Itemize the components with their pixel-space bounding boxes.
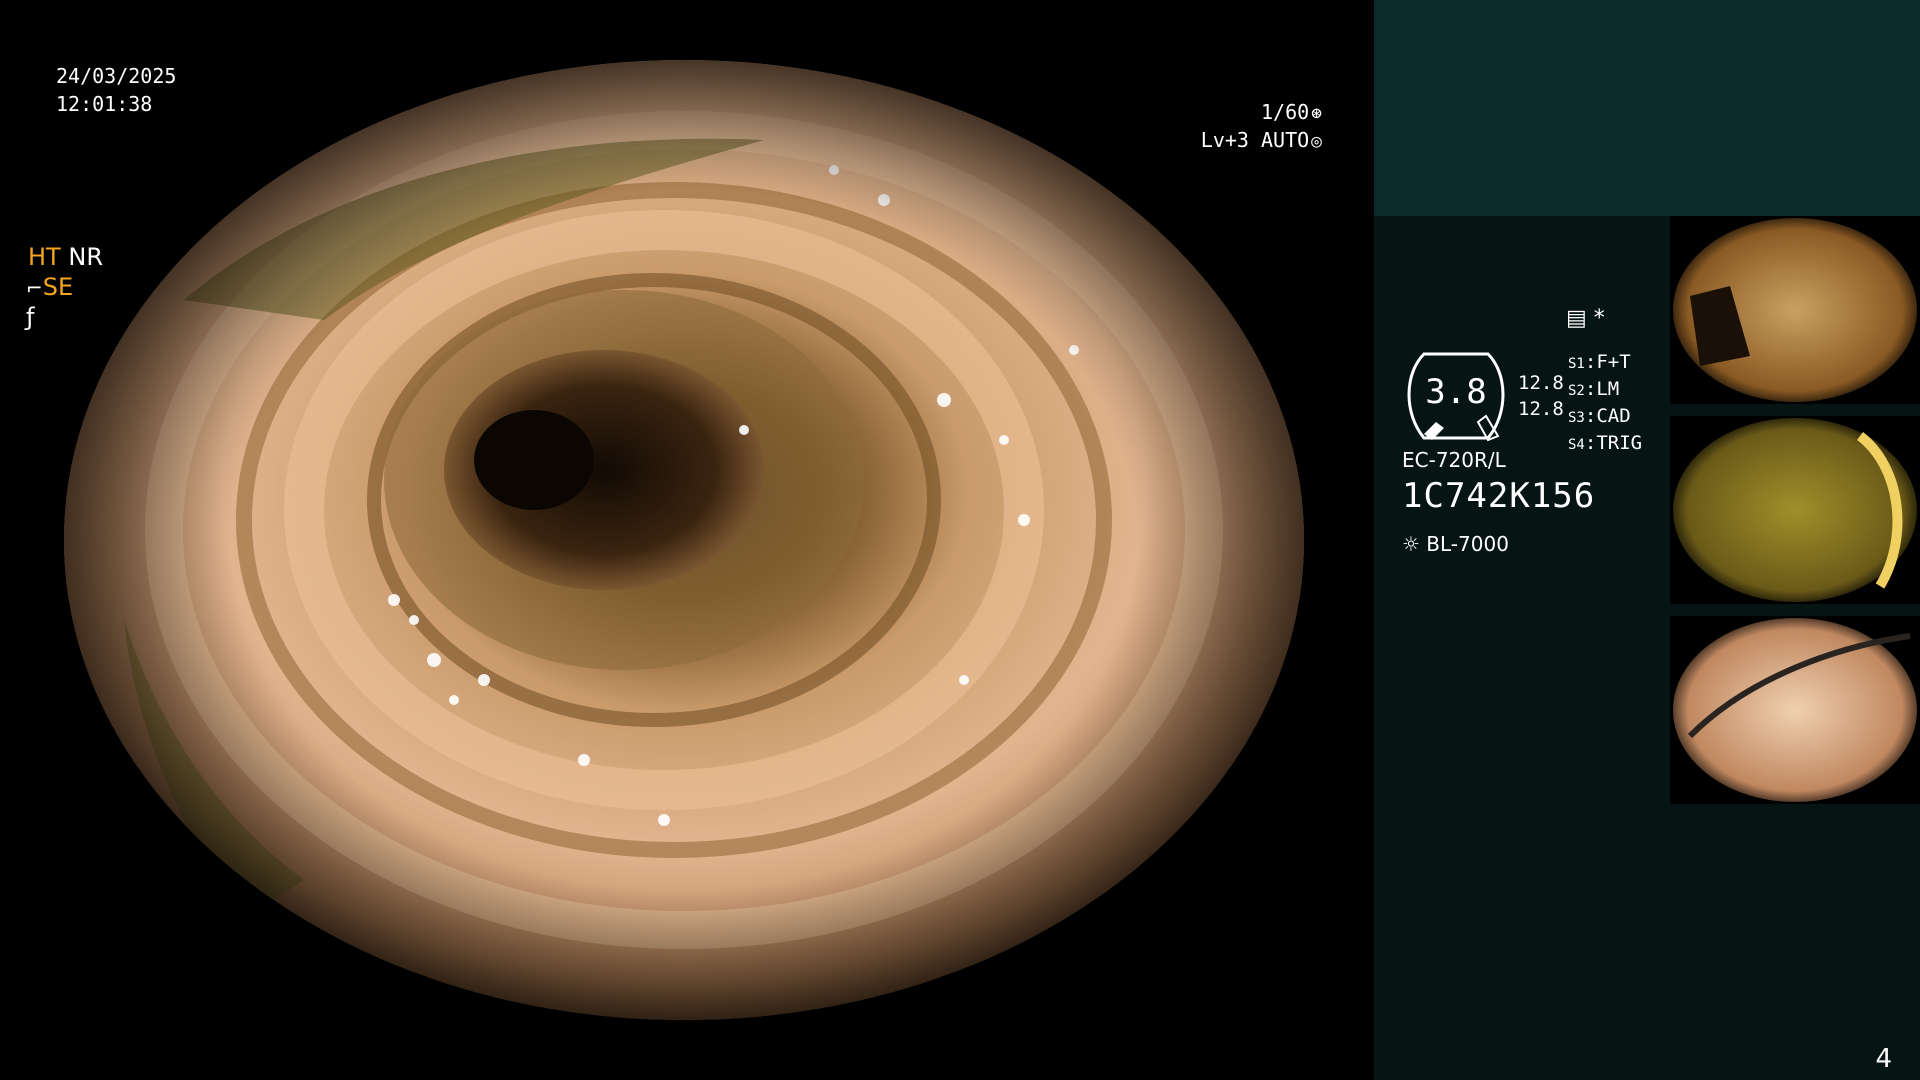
enhancement-line: HT NR	[28, 242, 103, 272]
switch-value: LM	[1596, 378, 1620, 400]
structure-line: ⌐SE	[26, 272, 73, 303]
switch-value: F+T	[1596, 351, 1631, 373]
scope-model: EC-720R/L	[1402, 448, 1506, 472]
auto-level-indicator: Lv+3 AUTO ◎	[1201, 126, 1322, 156]
date-text: 24/03/2025	[56, 64, 177, 88]
zoom-scale-value: 3.8	[1425, 372, 1487, 412]
thumbnail-image	[1673, 218, 1917, 402]
switch-row: S3:CAD	[1568, 405, 1631, 427]
lamp-icon: ☼	[1402, 532, 1420, 556]
endoscope-image	[64, 60, 1304, 1020]
page-number: 4	[1875, 1044, 1892, 1074]
switch-key: S3	[1568, 410, 1585, 426]
light-source-model: BL-7000	[1426, 532, 1509, 556]
switch-value: CAD	[1596, 405, 1631, 427]
switch-value: TRIG	[1596, 432, 1643, 454]
memory-indicator: ▤ *	[1566, 306, 1605, 331]
pressure-value-2: 12.8	[1518, 398, 1564, 420]
freeze-icon: ƒ	[26, 303, 35, 331]
light-source: ☼ BL-7000	[1402, 532, 1509, 556]
time-text: 12:01:38	[56, 92, 153, 116]
thumbnail-image	[1673, 618, 1917, 802]
pressure-readout: 12.8 12.8	[1518, 370, 1564, 422]
switch-key: S4	[1568, 437, 1585, 453]
star-icon: *	[1593, 306, 1605, 331]
target-icon: ◎	[1311, 131, 1322, 152]
aperture-icon: ⊛	[1311, 103, 1322, 124]
colon-lumen-image	[64, 60, 1304, 1020]
endoscope-main-view: 24/03/2025 12:01:38 1/60 ⊛ Lv+3 AUTO ◎	[0, 0, 1374, 1080]
ht-label: HT	[28, 243, 61, 271]
pressure-value-1: 12.8	[1518, 372, 1564, 394]
panel-header-area	[1374, 0, 1920, 216]
switch-row: S2:LM	[1568, 378, 1620, 400]
auto-level-text: Lv+3 AUTO	[1200, 128, 1310, 152]
switch-row: S1:F+T	[1568, 351, 1631, 373]
date-time-overlay: 24/03/2025 12:01:38	[56, 62, 176, 118]
memory-card-icon: ▤	[1566, 306, 1587, 331]
endoscope-icon: ⌐	[26, 276, 43, 300]
nr-label: NR	[68, 243, 103, 271]
switch-key: S1	[1568, 356, 1585, 372]
shutter-indicator: 1/60 ⊛	[1261, 98, 1322, 128]
captured-thumbnail[interactable]	[1670, 616, 1920, 804]
switch-row: S4:TRIG	[1568, 432, 1643, 454]
shutter-text: 1/60	[1260, 100, 1310, 124]
switch-key: S2	[1568, 383, 1585, 399]
switch-assignments: S1:F+T S2:LM S3:CAD S4:TRIG	[1568, 350, 1642, 458]
thumbnail-image	[1673, 418, 1917, 602]
se-label: SE	[42, 273, 74, 301]
captured-thumbnail[interactable]	[1670, 216, 1920, 404]
scope-serial: 1C742K156	[1402, 476, 1596, 516]
captured-thumbnail[interactable]	[1670, 416, 1920, 604]
